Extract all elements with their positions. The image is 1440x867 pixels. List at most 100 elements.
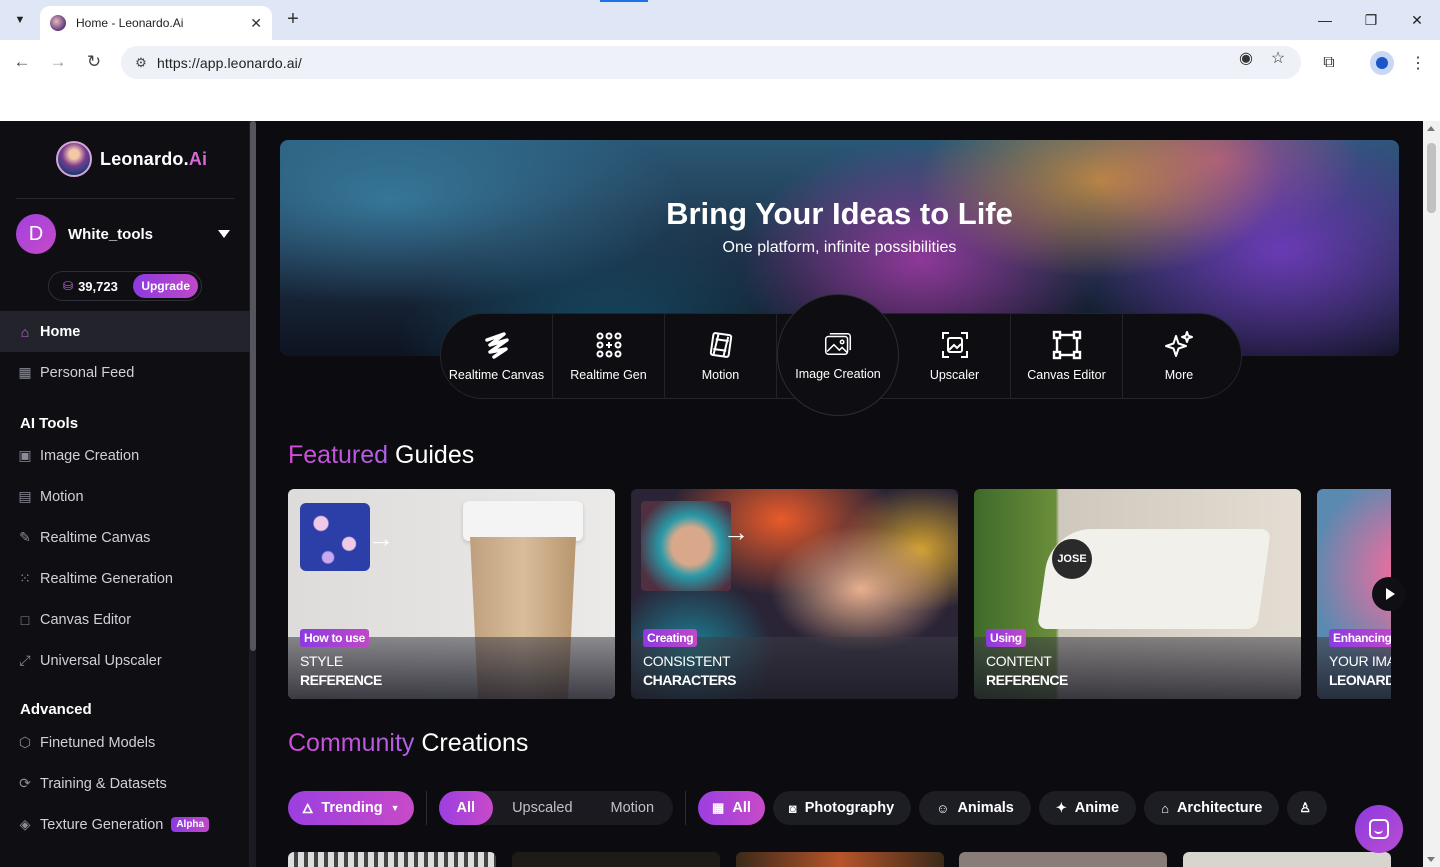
tool-canvas-editor[interactable]: Canvas Editor bbox=[1011, 314, 1123, 398]
sidebar-item-home[interactable]: ⌂ Home bbox=[0, 311, 250, 352]
sort-trending-dropdown[interactable]: 🜂 Trending ▼ bbox=[288, 791, 414, 825]
sidebar-item-motion[interactable]: ▤ Motion bbox=[0, 476, 250, 517]
cup-lid-image bbox=[463, 501, 583, 541]
featured-guides-carousel: → How to use STYLE REFERENCE → Creating … bbox=[288, 489, 1391, 699]
film-icon: ▤ bbox=[18, 488, 32, 504]
category-more-partial[interactable]: ♙ bbox=[1287, 791, 1328, 825]
tool-realtime-gen[interactable]: Realtime Gen bbox=[553, 314, 665, 398]
sneaker-patch-logo: JOSE bbox=[1052, 539, 1092, 579]
tool-realtime-canvas[interactable]: Realtime Canvas bbox=[441, 314, 553, 398]
logo-text: Leonardo.Ai bbox=[100, 148, 208, 169]
guide-card-content-reference[interactable]: JOSE Using CONTENT REFERENCE bbox=[974, 489, 1301, 699]
tab-upscaled[interactable]: Upscaled bbox=[493, 791, 591, 825]
sidebar-item-finetuned-models[interactable]: ⬡ Finetuned Models bbox=[0, 722, 250, 763]
address-bar[interactable]: ⚙ https://app.leonardo.ai/ bbox=[121, 46, 1301, 79]
tool-more[interactable]: More bbox=[1123, 314, 1235, 398]
sidebar: Leonardo.Ai D White_tools ⛁ 39,723 Upgra… bbox=[0, 121, 250, 867]
dots-grid-icon bbox=[594, 330, 624, 360]
minimize-icon[interactable]: — bbox=[1313, 8, 1337, 32]
bookmark-star-icon[interactable]: ☆ bbox=[1266, 46, 1290, 70]
category-anime[interactable]: ✦ Anime bbox=[1038, 791, 1137, 825]
extensions-puzzle-icon[interactable]: ⧉ bbox=[1317, 51, 1341, 75]
browser-menu-icon[interactable]: ⋮ bbox=[1406, 51, 1430, 75]
featured-guides-heading: Featured Guides bbox=[288, 441, 475, 469]
page-scrollbar[interactable] bbox=[1423, 121, 1440, 867]
cube-icon: ⬡ bbox=[18, 734, 32, 750]
tab-all[interactable]: All bbox=[438, 791, 494, 825]
category-label: Animals bbox=[957, 800, 1014, 816]
community-filters: 🜂 Trending ▼ All Upscaled Motion ▦ All ◙… bbox=[288, 790, 1391, 826]
category-label: Photography bbox=[804, 800, 895, 816]
guide-badge: How to use bbox=[300, 629, 370, 647]
tool-motion[interactable]: Motion bbox=[665, 314, 777, 398]
sidebar-item-label: Realtime Canvas bbox=[40, 529, 151, 546]
sidebar-item-universal-upscaler[interactable]: ⤢ Universal Upscaler bbox=[0, 640, 250, 681]
support-chat-button[interactable] bbox=[1355, 805, 1403, 853]
forward-arrow-icon[interactable]: → bbox=[46, 50, 70, 74]
category-photography[interactable]: ◙ Photography bbox=[772, 791, 912, 825]
category-animals[interactable]: ☺ Animals bbox=[919, 791, 1031, 825]
sidebar-item-image-creation[interactable]: ▣ Image Creation bbox=[0, 435, 250, 476]
username: White_tools bbox=[68, 225, 153, 243]
feed-image[interactable] bbox=[288, 852, 496, 867]
guide-card-style-reference[interactable]: → How to use STYLE REFERENCE bbox=[288, 489, 615, 699]
close-window-icon[interactable]: ✕ bbox=[1405, 8, 1429, 32]
back-arrow-icon[interactable]: ← bbox=[10, 50, 34, 74]
tool-upscaler[interactable]: Upscaler bbox=[899, 314, 1011, 398]
sidebar-item-realtime-generation[interactable]: ⁙ Realtime Generation bbox=[0, 558, 250, 599]
category-all[interactable]: ▦ All bbox=[698, 791, 765, 825]
credits-badge[interactable]: ⛁ 39,723 Upgrade bbox=[48, 271, 202, 301]
caret-down-icon[interactable] bbox=[218, 230, 230, 238]
credits-count: 39,723 bbox=[78, 278, 118, 294]
upgrade-button[interactable]: Upgrade bbox=[133, 274, 198, 298]
hero-title: Bring Your Ideas to Life bbox=[666, 196, 1013, 231]
category-label: All bbox=[732, 800, 751, 816]
category-architecture[interactable]: ⌂ Architecture bbox=[1144, 791, 1280, 825]
profile-avatar-icon[interactable] bbox=[1370, 51, 1394, 75]
feed-image[interactable] bbox=[959, 852, 1167, 867]
site-settings-icon[interactable]: ⚙ bbox=[131, 53, 151, 73]
image-icon: ▣ bbox=[18, 447, 32, 463]
feed-image[interactable] bbox=[736, 852, 944, 867]
sidebar-item-texture-generation[interactable]: ◈ Texture Generation Alpha bbox=[0, 804, 250, 845]
sidebar-item-canvas-editor[interactable]: □ Canvas Editor bbox=[0, 599, 250, 640]
sidebar-item-training-datasets[interactable]: ⟳ Training & Datasets bbox=[0, 763, 250, 804]
sidebar-item-personal-feed[interactable]: ▦ Personal Feed bbox=[0, 352, 250, 393]
divider bbox=[425, 791, 427, 825]
browser-tab[interactable]: Home - Leonardo.Ai ✕ bbox=[40, 6, 272, 40]
tab-search-chevron-icon[interactable]: ▼ bbox=[8, 8, 32, 32]
sidebar-item-label: Training & Datasets bbox=[40, 775, 167, 792]
tool-image-creation[interactable]: Image Creation bbox=[777, 294, 899, 416]
crop-square-icon: □ bbox=[20, 611, 30, 628]
chat-icon bbox=[1369, 819, 1389, 839]
tab-close-icon[interactable]: ✕ bbox=[250, 15, 262, 32]
user-menu[interactable]: D White_tools bbox=[16, 214, 236, 254]
leonardo-favicon-icon bbox=[50, 15, 66, 31]
guide-title-line1: CONTENT bbox=[986, 653, 1052, 669]
sidebar-item-label: Finetuned Models bbox=[40, 734, 156, 751]
url-text: https://app.leonardo.ai/ bbox=[157, 54, 302, 71]
person-icon: ♙ bbox=[1299, 800, 1312, 815]
chevron-down-icon: ▼ bbox=[390, 803, 400, 813]
restore-icon[interactable]: ❐ bbox=[1359, 8, 1383, 32]
brush-icon: ✎ bbox=[19, 529, 31, 545]
crop-square-icon bbox=[1052, 330, 1082, 360]
sidebar-item-realtime-canvas[interactable]: ✎ Realtime Canvas bbox=[0, 517, 250, 558]
carousel-next-button[interactable] bbox=[1372, 577, 1406, 611]
guide-card-consistent-characters[interactable]: → Creating CONSISTENT CHARACTERS bbox=[631, 489, 958, 699]
home-icon: ⌂ bbox=[20, 323, 30, 340]
feed-image[interactable] bbox=[512, 852, 720, 867]
eye-off-icon[interactable]: ◉ bbox=[1234, 46, 1258, 70]
tab-motion[interactable]: Motion bbox=[592, 791, 674, 825]
logo[interactable]: Leonardo.Ai bbox=[56, 141, 207, 177]
guide-badge: Enhancing bbox=[1329, 629, 1391, 647]
feed-image[interactable] bbox=[1183, 852, 1391, 867]
type-filter-tabs: All Upscaled Motion bbox=[438, 791, 674, 825]
new-tab-button[interactable]: + bbox=[282, 8, 304, 30]
quick-tools-bar: Realtime Canvas Realtime Gen Motion Imag… bbox=[440, 294, 1242, 416]
guide-title-line2: REFERENCE bbox=[986, 672, 1068, 688]
flame-icon: 🜂 bbox=[302, 801, 314, 816]
guide-title-line1: CONSISTENT bbox=[643, 653, 731, 669]
tool-label: Realtime Canvas bbox=[448, 368, 545, 382]
reload-icon[interactable]: ↻ bbox=[82, 50, 106, 74]
